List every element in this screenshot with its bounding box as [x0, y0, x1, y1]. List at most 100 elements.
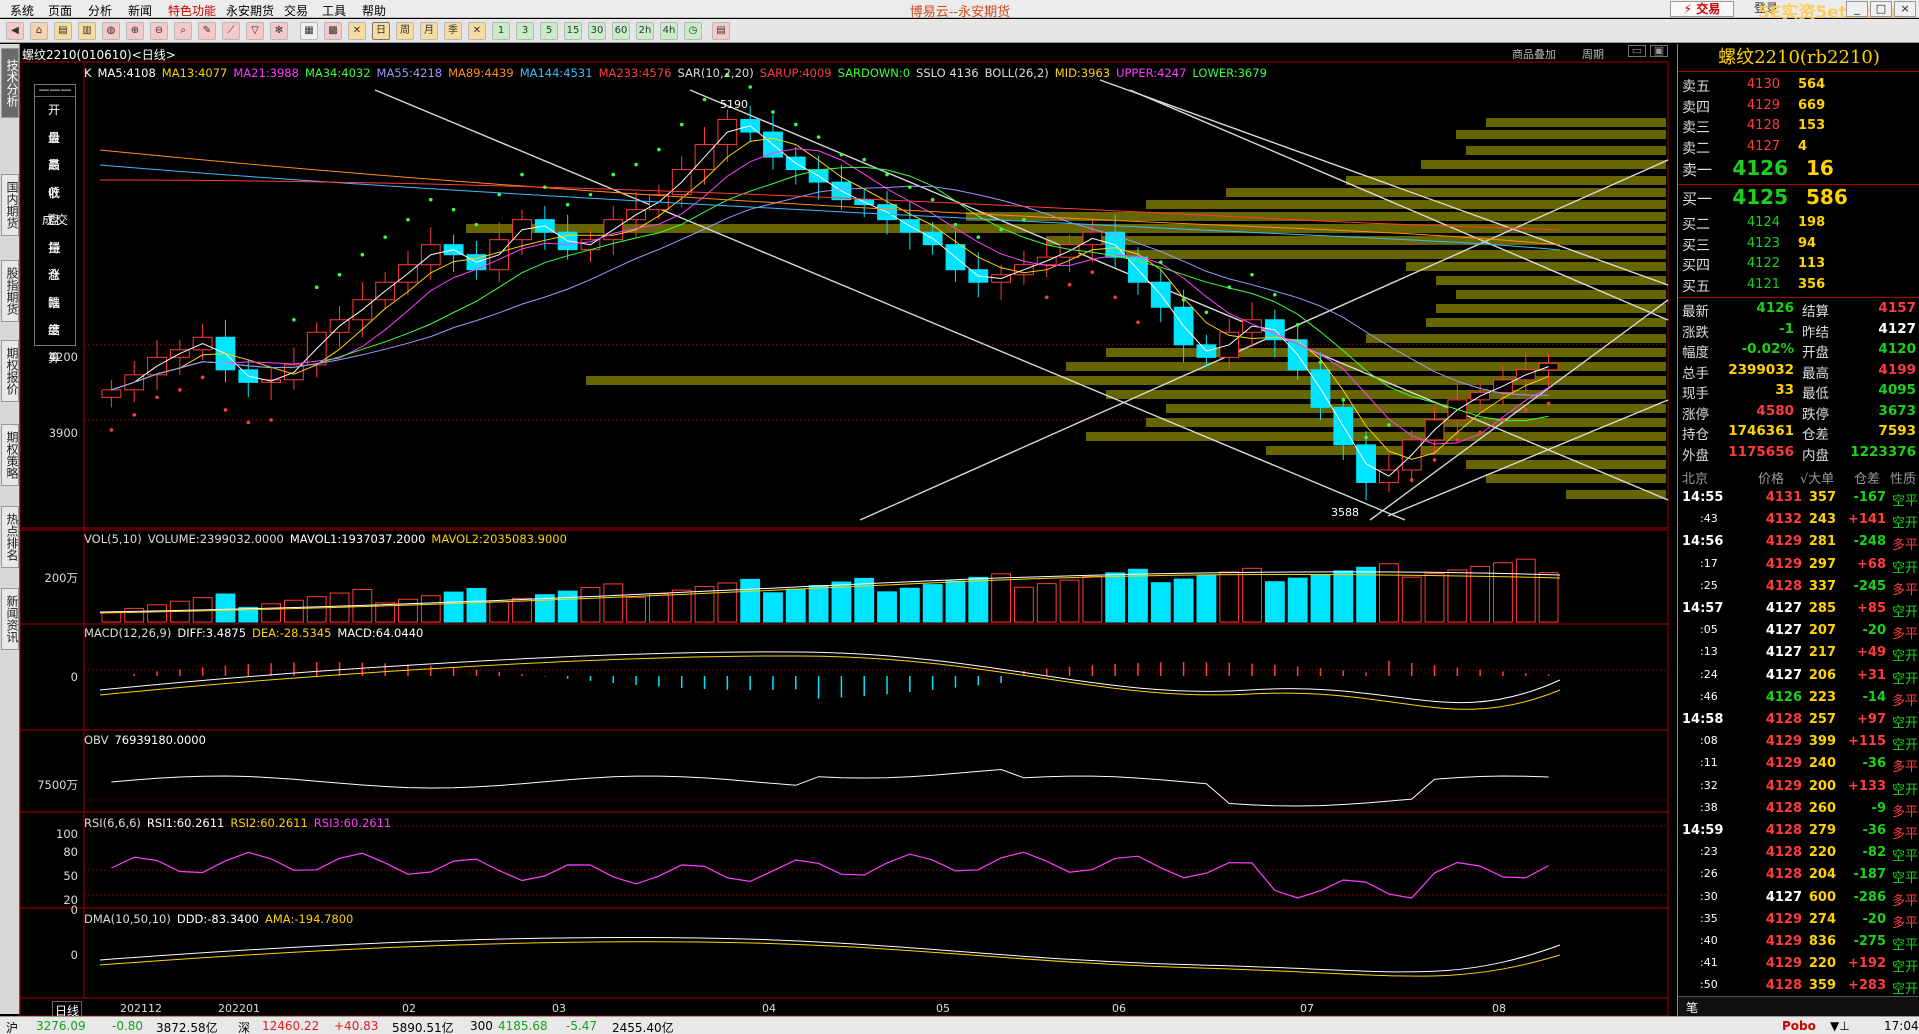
stat-key: 最高: [1802, 365, 1829, 382]
tick-time: 14:58: [1682, 712, 1724, 727]
period-link[interactable]: 周期: [1582, 46, 1604, 62]
stat-value: 4127: [1878, 320, 1916, 337]
level-price: 4125: [1732, 185, 1788, 209]
ask-level[interactable]: 卖五 4130 564: [1678, 74, 1919, 95]
overlay-commodity-link[interactable]: 商品叠加: [1512, 46, 1556, 62]
tick-nature: 空开: [1891, 605, 1918, 620]
tick-price: 4127: [1765, 601, 1802, 616]
stat-right: 昨结 4127: [1802, 321, 1916, 341]
ask-level[interactable]: 卖三 4128 153: [1678, 115, 1919, 136]
volume-bar: [1356, 566, 1376, 623]
volume-bar: [1128, 568, 1148, 623]
stat-left: 最新 4126: [1682, 300, 1794, 320]
level-price: 4128: [1746, 118, 1780, 133]
tick-row: 14:56 4129 281 -248 多平: [1678, 530, 1919, 553]
close-button[interactable]: ×: [1894, 1, 1916, 17]
stat-left: 总手 2399032: [1682, 362, 1794, 382]
stat-right: 内盘 1223376: [1802, 444, 1916, 464]
volume-bar: [968, 576, 989, 623]
tick-nature: 空平: [1891, 494, 1918, 509]
maximize-chart-icon[interactable]: ▣: [1650, 45, 1668, 57]
stat-value: 1223376: [1850, 443, 1916, 460]
stat-left: 幅度 -0.02%: [1682, 341, 1794, 361]
stat-value: 4095: [1878, 382, 1916, 398]
tick-row: :05 4127 207 -20 多平: [1678, 619, 1919, 642]
stat-key: 持仓: [1682, 427, 1709, 443]
tick-nature: 空开: [1891, 560, 1918, 576]
bid-level[interactable]: 买四 4122 113: [1678, 253, 1919, 274]
level-volume: 94: [1798, 235, 1817, 251]
trade-button-label: 交易: [1696, 2, 1721, 16]
quote-panel: 螺纹2210(rb2210) 卖五 4130 564 卖四 4129 669 卖三 4128 1…: [1677, 44, 1919, 1016]
sar-dot: [1044, 295, 1049, 300]
sar-dot: [930, 197, 935, 202]
ask-level[interactable]: 卖一 4126 16: [1678, 156, 1919, 183]
trade-button[interactable]: ⚡ 交易: [1670, 1, 1734, 17]
tick-price: 4128: [1765, 867, 1802, 883]
obv-line: [111, 768, 1549, 807]
tick-price: 4129: [1765, 934, 1802, 949]
macd-legend: MACD(12,26,9) DIFF:3.4875 DEA:-28.5345 MACD…: [84, 626, 429, 640]
tick-nature: 空开: [1891, 960, 1918, 976]
tick-price: 4129: [1765, 734, 1802, 750]
kline-chart[interactable]: [0, 0, 1677, 1016]
stat-value: 4157: [1878, 300, 1916, 316]
ask-level[interactable]: 卖四 4129 669: [1678, 95, 1919, 116]
sar-dot: [269, 418, 273, 422]
tick-nature: 空开: [1891, 782, 1918, 798]
volume-bar: [1310, 574, 1331, 623]
sar-dot: [1136, 320, 1140, 325]
tick-row: :26 4128 204 -187 空平: [1678, 863, 1919, 886]
tick-oi-change: -275: [1853, 934, 1886, 949]
tick-nature: 空开: [1891, 738, 1918, 754]
tick-oi-change: +31: [1857, 667, 1886, 683]
tick-oi-change: -167: [1853, 490, 1886, 505]
sar-dot: [474, 222, 479, 227]
stat-value: -1: [1779, 320, 1794, 337]
ticker-item: 300: [470, 1019, 493, 1033]
stat-value: 33: [1775, 382, 1794, 398]
macd-diff-line: [99, 651, 1561, 704]
ticker-item: 3276.09: [36, 1019, 86, 1033]
ma-legend-item: MA13:4077: [161, 66, 228, 80]
bid-level[interactable]: 买一 4125 586: [1678, 185, 1919, 212]
volume-bar: [466, 588, 487, 623]
macd-dea-line: [99, 655, 1561, 710]
level-price: 4127: [1746, 138, 1780, 154]
macd-legend-item: DEA:-28.5345: [252, 626, 332, 640]
tab-ticks[interactable]: 笔: [1686, 999, 1698, 1016]
tick-price: 4127: [1765, 667, 1802, 683]
level-price: 4123: [1746, 235, 1780, 251]
dma-legend: DMA(10,50,10) DDD:-83.3400 AMA:-194.7800: [84, 912, 359, 926]
volume-bar: [1515, 558, 1536, 623]
level-volume: 564: [1798, 77, 1826, 92]
level-volume: 669: [1798, 97, 1826, 113]
tick-row: 14:55 4131 357 -167 空平: [1678, 486, 1919, 509]
tick-price: 4128: [1765, 800, 1802, 816]
tick-oi-change: +97: [1857, 712, 1886, 727]
level-price: 4121: [1746, 276, 1780, 292]
bid-level[interactable]: 买五 4121 356: [1678, 274, 1919, 295]
ask-level[interactable]: 卖二 4127 4: [1678, 136, 1919, 157]
rsi-legend-item: RSI2:60.2611: [230, 816, 308, 830]
info-row-high: 最高: [47, 130, 68, 173]
x-axis-label: 08: [1492, 1002, 1506, 1015]
high-price-label: 5190: [720, 98, 748, 111]
sar-dot: [999, 227, 1003, 232]
tick-price: 4129: [1765, 756, 1802, 772]
sar-dot: [383, 235, 387, 239]
level-price: 4130: [1746, 77, 1780, 92]
stat-right: 最低 4095: [1802, 382, 1916, 402]
bid-level[interactable]: 买三 4123 94: [1678, 233, 1919, 254]
tick-oi-change: -36: [1862, 823, 1887, 838]
minimize-button[interactable]: _: [1846, 1, 1868, 17]
sar-dot: [520, 172, 524, 177]
bid-level[interactable]: 买二 4124 198: [1678, 212, 1919, 233]
layout-icon[interactable]: ▭: [1628, 45, 1646, 57]
level-label: 买三: [1682, 237, 1710, 254]
tick-nature: 多平: [1891, 693, 1918, 709]
sar-dot: [885, 172, 889, 177]
maximize-button[interactable]: □: [1870, 1, 1892, 17]
sar-dot: [1273, 292, 1277, 297]
volume-bar: [785, 588, 806, 623]
